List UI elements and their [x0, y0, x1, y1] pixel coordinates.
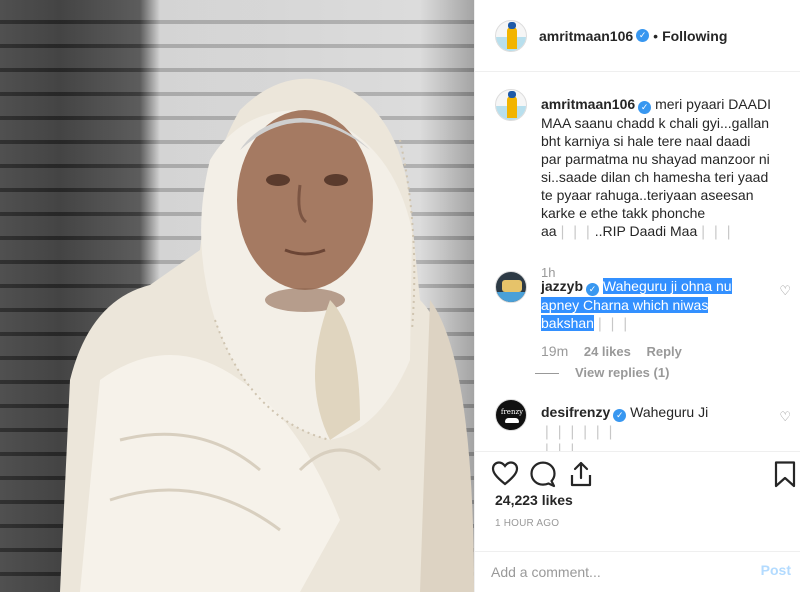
comment-body: jazzyb ✓ Waheguru ji ohna nu apney Charna…	[541, 277, 773, 332]
comment-emoji: ❘❘❘	[593, 315, 633, 331]
post-actions: 24,223 likes 1 HOUR AGO	[475, 451, 800, 551]
comment-item: frenzy desifrenzy ✓ Waheguru Ji ❘❘❘❘❘❘ ❘❘…	[495, 399, 791, 451]
add-comment-bar: Post	[475, 551, 800, 592]
following-button[interactable]: Following	[662, 28, 727, 44]
share-icon[interactable]	[567, 460, 595, 488]
likes-count[interactable]: 24,223 likes	[495, 492, 573, 508]
verified-badge-icon: ✓	[636, 29, 650, 42]
comment-body: desifrenzy ✓ Waheguru Ji ❘❘❘❘❘❘ ❘❘❘	[541, 403, 773, 451]
verified-badge-icon: ✓	[586, 283, 600, 296]
comment-username[interactable]: desifrenzy	[541, 404, 610, 420]
comment-reply-button[interactable]: Reply	[646, 344, 681, 359]
caption-avatar[interactable]	[495, 89, 527, 121]
post-photo	[0, 0, 474, 592]
comment-likes[interactable]: 24 likes	[584, 344, 631, 359]
caption-emoji: ❘❘❘	[556, 223, 595, 239]
verified-badge-icon: ✓	[613, 409, 627, 422]
post-time-ago[interactable]: 1 HOUR AGO	[495, 518, 559, 529]
comment-input[interactable]	[491, 560, 741, 584]
comment-time[interactable]: 19m	[541, 343, 568, 359]
comment-item: jazzyb ✓ Waheguru ji ohna nu apney Charna…	[495, 271, 791, 391]
comment-text-line-2: apney Charna which niwas	[541, 297, 709, 313]
caption-text: meri pyaari DAADI MAA saanu chadd k chal…	[541, 96, 771, 239]
comment-like-heart-icon[interactable]: ♡	[779, 409, 791, 425]
comment-avatar[interactable]: frenzy	[495, 399, 527, 431]
comment-emoji: ❘❘❘❘❘❘	[541, 423, 618, 439]
header-avatar[interactable]	[495, 19, 527, 52]
caption-body: amritmaan106 ✓ meri pyaari DAADI MAA saan…	[541, 95, 773, 240]
comment-text-line-1: Waheguru ji ohna nu	[602, 278, 732, 294]
bookmark-icon[interactable]	[771, 460, 799, 488]
comment-text-line-3: bakshan	[541, 315, 594, 331]
heart-icon[interactable]	[491, 460, 519, 488]
comment-icon[interactable]	[529, 460, 557, 488]
post-button[interactable]: Post	[761, 562, 791, 578]
header-username[interactable]: amritmaan106	[539, 28, 633, 44]
comment-avatar[interactable]	[495, 271, 527, 303]
view-replies-button[interactable]: View replies (1)	[535, 365, 669, 380]
comment-text: Waheguru Ji	[630, 404, 709, 420]
caption-tail-text: ..RIP Daadi Maa	[594, 223, 698, 239]
caption: amritmaan106 ✓ meri pyaari DAADI MAA saan…	[495, 89, 791, 280]
action-bar	[491, 458, 796, 490]
elderly-woman-illustration	[60, 78, 474, 592]
comment-like-heart-icon[interactable]: ♡	[779, 283, 791, 299]
comment-emoji-2: ❘❘❘	[541, 441, 580, 451]
caption-emoji-2: ❘❘❘	[697, 223, 736, 239]
post-side-panel: amritmaan106 ✓ • Following amritmaan106 ✓…	[474, 0, 800, 592]
comment-username[interactable]: jazzyb	[541, 278, 583, 294]
caption-username[interactable]: amritmaan106	[541, 96, 635, 112]
view-replies-label: View replies (1)	[575, 365, 670, 380]
verified-badge-icon: ✓	[638, 101, 652, 114]
post-header: amritmaan106 ✓ • Following	[475, 0, 800, 72]
comments-section[interactable]: amritmaan106 ✓ meri pyaari DAADI MAA saan…	[475, 73, 800, 451]
comment-meta: 19m 24 likes Reply	[541, 343, 781, 359]
header-separator: •	[653, 27, 659, 44]
